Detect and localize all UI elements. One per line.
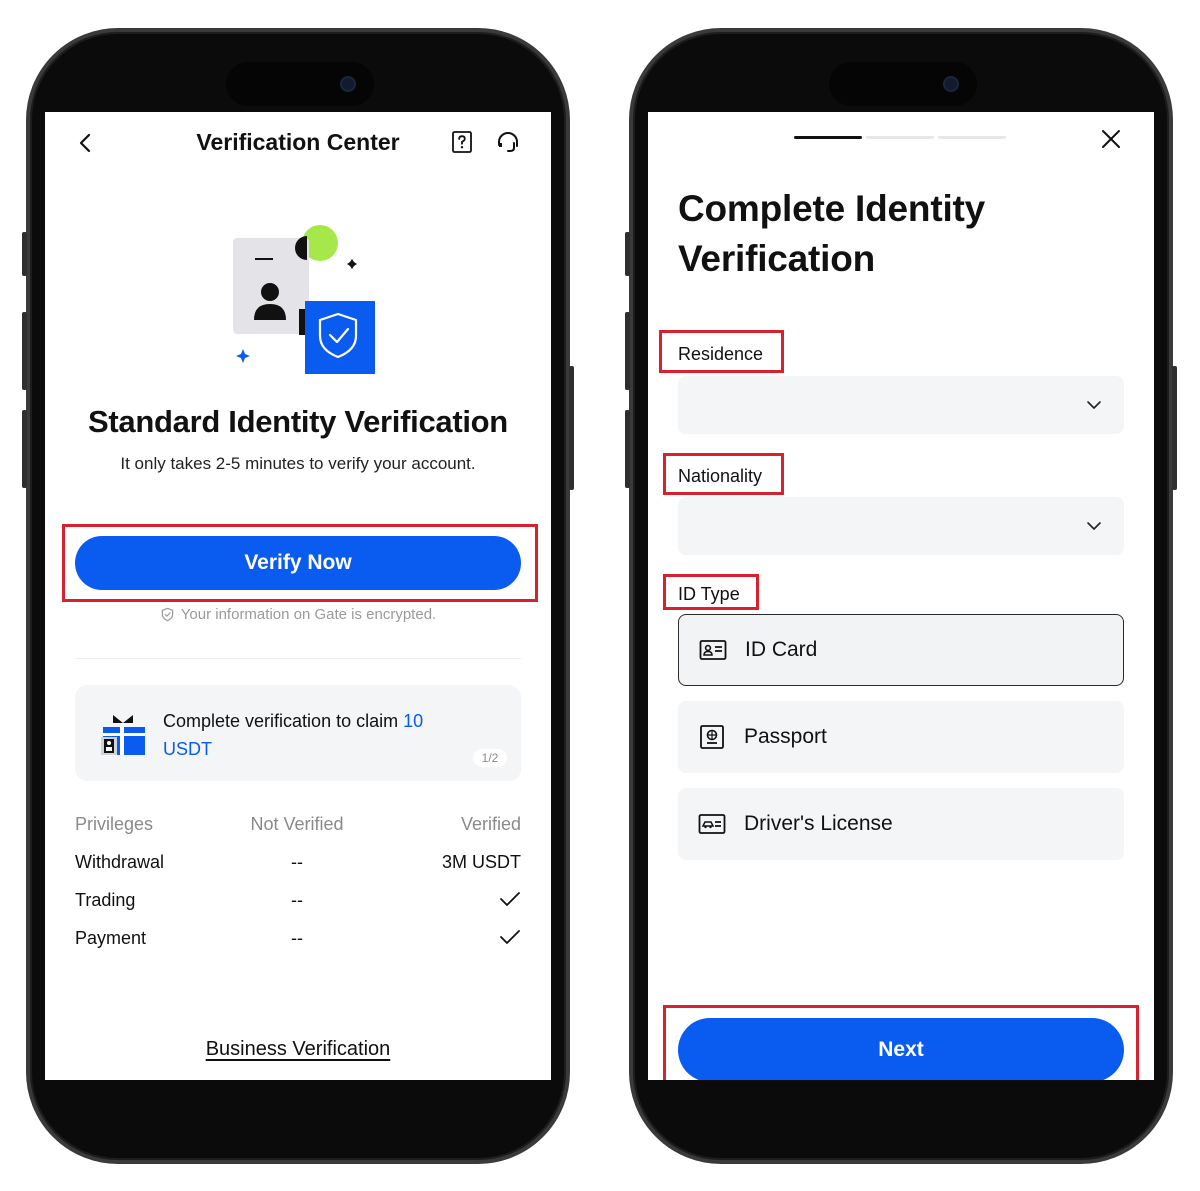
close-icon[interactable] xyxy=(1100,128,1122,150)
encryption-note: Your information on Gate is encrypted. xyxy=(45,606,551,623)
id-type-option-label: Driver's License xyxy=(744,812,893,835)
form-heading: Complete Identity Verification xyxy=(678,188,986,279)
phone-side-button xyxy=(22,232,27,276)
header-verified: Verified xyxy=(460,814,521,834)
banner-page-indicator: 1/2 xyxy=(473,749,507,767)
step-progress-bar xyxy=(794,136,1006,139)
shield-check-icon xyxy=(161,607,174,622)
customer-support-icon[interactable] xyxy=(495,130,521,156)
phone-frame-right: Complete Identity Verification Residence… xyxy=(625,28,1177,1164)
header-privileges: Privileges xyxy=(75,814,154,834)
residence-select[interactable] xyxy=(678,376,1124,434)
phone-side-button xyxy=(22,312,27,390)
dynamic-island xyxy=(829,62,977,106)
phone-side-button xyxy=(625,410,630,488)
not-verified-value: -- xyxy=(291,928,303,948)
privilege-name: Payment xyxy=(75,928,147,948)
encryption-note-text: Your information on Gate is encrypted. xyxy=(180,606,437,623)
verification-center-screen: Verification Center Standard Identity Ve… xyxy=(45,112,551,1080)
divider xyxy=(75,658,521,659)
page-title: Verification Center xyxy=(196,129,400,155)
phone-side-button xyxy=(569,366,574,490)
verify-now-button[interactable]: Verify Now xyxy=(75,536,521,590)
privileges-header-row: Privileges Not Verified Verified xyxy=(75,812,521,850)
camera-icon xyxy=(943,76,959,92)
progress-step xyxy=(938,136,1006,139)
claim-reward-banner[interactable]: Complete verification to claim 10 USDT 1… xyxy=(75,685,521,781)
residence-label: Residence xyxy=(678,344,764,364)
id-type-label: ID Type xyxy=(678,584,740,604)
verified-value: 3M USDT xyxy=(441,852,521,872)
progress-step-active xyxy=(794,136,862,139)
verified-value xyxy=(499,890,521,913)
progress-step xyxy=(866,136,934,139)
phone-side-button xyxy=(22,410,27,488)
table-row: Payment -- xyxy=(75,926,521,964)
id-type-option-label: Passport xyxy=(744,725,827,748)
privilege-name: Trading xyxy=(75,890,136,910)
reward-currency: USDT xyxy=(163,739,212,759)
not-verified-value: -- xyxy=(291,852,303,872)
header-not-verified: Not Verified xyxy=(250,814,344,834)
nationality-label: Nationality xyxy=(678,466,763,486)
id-type-option-label: ID Card xyxy=(745,638,818,661)
business-verification-link[interactable]: Business Verification xyxy=(45,1038,551,1061)
phone-side-button xyxy=(625,232,630,276)
gift-box-icon xyxy=(101,715,145,755)
privilege-name: Withdrawal xyxy=(75,852,165,872)
identity-verification-illustration xyxy=(233,225,375,374)
not-verified-value: -- xyxy=(291,890,303,910)
table-row: Trading -- xyxy=(75,888,521,926)
phone-frame-left: Verification Center Standard Identity Ve… xyxy=(22,28,574,1164)
verification-subheading: It only takes 2-5 minutes to verify your… xyxy=(120,454,476,473)
claim-reward-text: Complete verification to claim 10 USDT xyxy=(163,707,463,763)
dynamic-island xyxy=(226,62,374,106)
phone-side-button xyxy=(1172,366,1177,490)
chevron-down-icon xyxy=(1087,401,1101,409)
drivers-license-icon xyxy=(698,814,726,834)
id-type-option-drivers-license[interactable]: Driver's License xyxy=(678,788,1124,860)
help-icon[interactable] xyxy=(450,130,474,154)
nationality-select[interactable] xyxy=(678,497,1124,555)
id-type-option-id-card[interactable]: ID Card xyxy=(678,614,1124,686)
verification-heading: Standard Identity Verification xyxy=(88,404,508,439)
table-row: Withdrawal -- 3M USDT xyxy=(75,850,521,888)
check-icon xyxy=(500,930,520,944)
next-button[interactable]: Next xyxy=(678,1018,1124,1080)
passport-icon xyxy=(700,725,724,749)
privileges-table: Privileges Not Verified Verified Withdra… xyxy=(75,812,521,964)
verified-value xyxy=(499,928,521,951)
phone-side-button xyxy=(625,312,630,390)
chevron-down-icon xyxy=(1087,522,1101,530)
reward-amount: 10 xyxy=(403,711,424,731)
check-icon xyxy=(500,892,520,906)
camera-icon xyxy=(340,76,356,92)
nav-bar: Verification Center xyxy=(45,112,551,172)
claim-reward-prefix: Complete verification to claim xyxy=(163,711,404,731)
id-type-option-passport[interactable]: Passport xyxy=(678,701,1124,773)
identity-verification-form-screen: Complete Identity Verification Residence… xyxy=(648,112,1154,1080)
id-card-icon xyxy=(699,640,727,660)
